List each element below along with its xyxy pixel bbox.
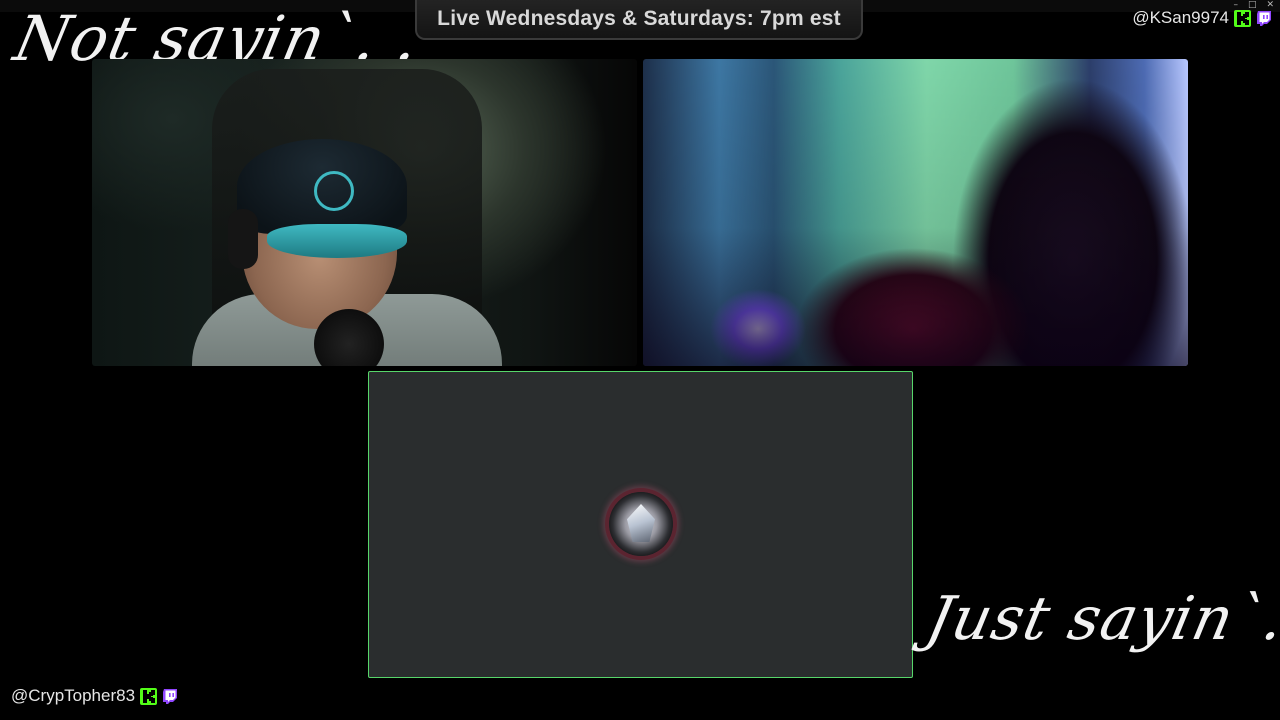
top-handle-username: @KSan9974 [1132,8,1229,27]
webcam-tile-right [643,59,1188,366]
cap-brim [267,224,407,258]
participant-avatar [609,492,673,556]
kick-logo-icon [140,687,158,705]
participant-tile-center[interactable] [368,371,913,678]
bottom-handle: @CrypTopher83 [11,686,178,706]
schedule-banner-text: Live Wednesdays & Saturdays: 7pm est [437,7,841,30]
top-handle: @KSan9974 [1132,8,1272,28]
kick-logo-icon [1234,9,1251,27]
webcam-right-shade [643,59,1188,366]
bottom-right-script-text: Just sayin`. . [920,584,1280,654]
twitch-logo-icon [162,688,178,705]
crystal-avatar-icon [627,504,655,542]
webcam-tile-left [92,59,637,366]
headphone [228,209,258,269]
twitch-logo-icon [1256,10,1272,27]
bottom-handle-username: @CrypTopher83 [11,686,136,705]
schedule-banner: Live Wednesdays & Saturdays: 7pm est [415,0,863,40]
cap-logo-icon [314,171,354,211]
